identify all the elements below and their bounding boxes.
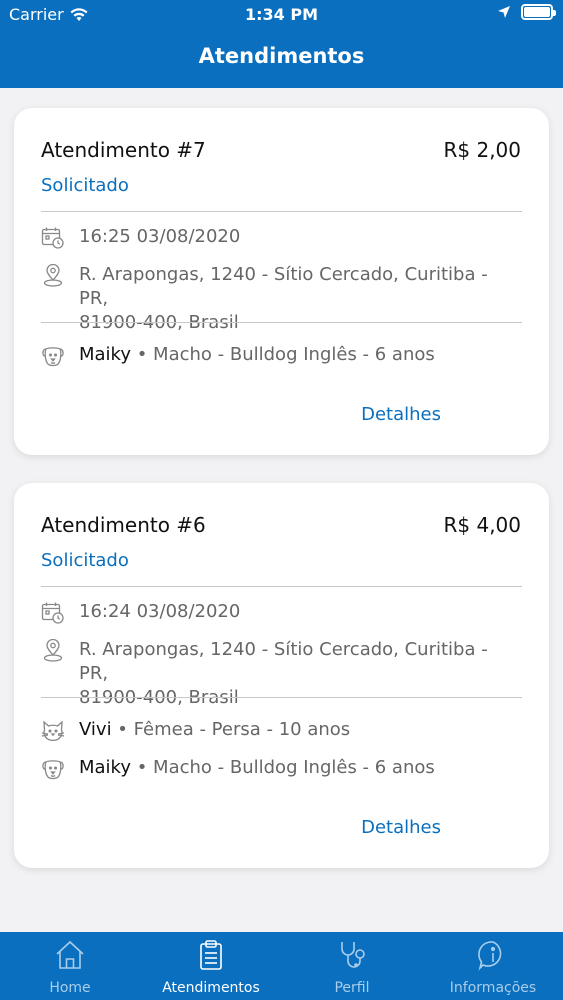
tab-label: Perfil — [334, 980, 370, 996]
tab-perfil[interactable]: Perfil — [282, 932, 422, 1000]
address-row: R. Arapongas, 1240 - Sítio Cercado, Curi… — [41, 638, 522, 710]
appointment-card[interactable]: Atendimento #7 R$ 2,00 Solicitado 16:25 … — [14, 108, 549, 455]
pet-name: Maiky — [79, 757, 131, 778]
appointment-title: Atendimento #7 — [41, 138, 206, 162]
location-arrow-icon — [498, 6, 510, 18]
tab-label: Home — [49, 980, 91, 996]
calendar-clock-icon — [41, 227, 64, 249]
tab-bar: Home Atendimentos Perfil Informações — [0, 932, 563, 1000]
details-link[interactable]: Detalhes — [361, 817, 441, 838]
appointment-title: Atendimento #6 — [41, 513, 206, 537]
appointment-datetime: 16:25 03/08/2020 — [79, 226, 241, 247]
pet-row: Maiky • Macho - Bulldog Inglês - 6 anos — [41, 343, 522, 368]
page-title: Atendimentos — [198, 44, 365, 68]
divider — [41, 211, 522, 212]
calendar-clock-icon — [41, 602, 64, 624]
battery-icon — [521, 4, 556, 20]
info-icon — [478, 941, 502, 971]
appointment-datetime: 16:24 03/08/2020 — [79, 601, 241, 622]
datetime-row: 16:25 03/08/2020 — [41, 225, 522, 250]
pet-info: • Macho - Bulldog Inglês - 6 anos — [131, 757, 435, 778]
appointment-price: R$ 2,00 — [443, 138, 521, 162]
pet-info: • Fêmea - Persa - 10 anos — [111, 719, 351, 740]
datetime-row: 16:24 03/08/2020 — [41, 600, 522, 625]
appointment-card[interactable]: Atendimento #6 R$ 4,00 Solicitado 16:24 … — [14, 483, 549, 868]
appointment-address: R. Arapongas, 1240 - Sítio Cercado, Curi… — [79, 263, 522, 335]
details-link[interactable]: Detalhes — [361, 404, 441, 425]
status-bar: Carrier 1:34 PM — [0, 0, 563, 30]
dog-icon — [42, 347, 64, 367]
status-time: 1:34 PM — [244, 5, 318, 24]
appointment-status: Solicitado — [41, 175, 129, 196]
location-pin-icon — [43, 264, 63, 287]
pet-description: Maiky • Macho - Bulldog Inglês - 6 anos — [79, 343, 435, 367]
tab-atendimentos[interactable]: Atendimentos — [141, 932, 281, 1000]
tab-home[interactable]: Home — [0, 932, 140, 1000]
address-line-1: R. Arapongas, 1240 - Sítio Cercado, Curi… — [79, 639, 488, 684]
home-icon — [56, 940, 84, 969]
pet-row: Vivi • Fêmea - Persa - 10 anos — [41, 718, 522, 743]
clipboard-icon — [200, 940, 222, 970]
appointment-price: R$ 4,00 — [443, 513, 521, 537]
divider — [41, 697, 522, 698]
pet-name: Vivi — [79, 719, 112, 740]
pet-info: • Macho - Bulldog Inglês - 6 anos — [131, 344, 435, 365]
dog-icon — [42, 760, 64, 780]
status-right — [497, 4, 556, 20]
divider — [41, 322, 522, 323]
app-header: Carrier 1:34 PM Atendimentos — [0, 0, 563, 88]
tab-label: Atendimentos — [162, 980, 260, 996]
divider — [41, 586, 522, 587]
pet-description: Vivi • Fêmea - Persa - 10 anos — [79, 718, 350, 742]
appointment-status: Solicitado — [41, 550, 129, 571]
pet-description: Maiky • Macho - Bulldog Inglês - 6 anos — [79, 756, 435, 780]
location-pin-icon — [43, 639, 63, 662]
cat-icon — [41, 720, 65, 742]
tab-informacoes[interactable]: Informações — [423, 932, 563, 1000]
address-line-2: 81900-400, Brasil — [79, 312, 239, 333]
address-line-1: R. Arapongas, 1240 - Sítio Cercado, Curi… — [79, 264, 488, 309]
address-line-2: 81900-400, Brasil — [79, 687, 239, 708]
tab-label: Informações — [449, 980, 537, 996]
pet-row: Maiky • Macho - Bulldog Inglês - 6 anos — [41, 756, 522, 781]
address-row: R. Arapongas, 1240 - Sítio Cercado, Curi… — [41, 263, 522, 335]
stethoscope-icon — [341, 942, 365, 968]
pet-name: Maiky — [79, 344, 131, 365]
appointment-address: R. Arapongas, 1240 - Sítio Cercado, Curi… — [79, 638, 522, 710]
